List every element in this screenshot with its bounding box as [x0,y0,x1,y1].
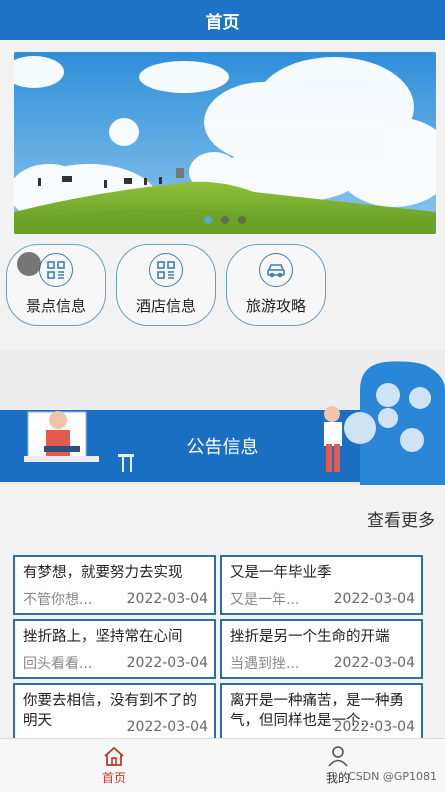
bottom-tab-bar: 首页 我的 [0,738,445,792]
carousel-dot[interactable] [221,216,229,224]
card-date: 2022-03-04 [333,655,415,671]
card-summary: 又是一年... [230,592,300,608]
quick-link-label: 旅游攻略 [245,297,306,315]
card-date: 2022-03-04 [333,591,415,607]
card-title: 挫折路上，坚持常在心间 [23,629,183,645]
notice-banner[interactable]: 公告信息 [0,350,445,485]
card-date: 2022-03-04 [126,655,208,671]
card-date: 2022-03-04 [333,719,415,735]
banner-image [14,52,436,234]
notice-title: 公告信息 [186,437,259,458]
touch-indicator [17,252,41,276]
quick-link-label: 景点信息 [25,297,86,315]
carousel-dot[interactable] [238,216,246,224]
car-icon [259,253,293,287]
notice-card[interactable]: 离开是一种痛苦，是一种勇气，但同样也是一个... 2022-03-04 [220,683,423,743]
notice-card[interactable]: 又是一年毕业季 又是一年... 2022-03-04 [220,555,423,615]
card-summary: 不管你想... [23,592,93,608]
watermark: CSDN @GP1081 [347,770,437,783]
page-title: 首页 [205,12,240,33]
notice-card[interactable]: 挫折路上，坚持常在心间 回头看看... 2022-03-04 [13,619,216,679]
quick-link-guides[interactable]: 旅游攻略 [226,244,326,326]
card-title: 挫折是另一个生命的开端 [230,629,390,645]
notice-illustration [24,361,445,485]
tab-label: 我的 [325,771,350,785]
home-icon [104,746,124,766]
quick-link-label: 酒店信息 [135,297,196,315]
top-navigation-bar: 首页 [0,0,445,40]
carousel-dot[interactable] [204,216,212,224]
tab-label: 首页 [101,771,126,785]
notice-card[interactable]: 你要去相信，没有到不了的明天 2022-03-04 [13,683,216,743]
view-more-link[interactable]: 查看更多 [367,506,435,531]
card-title: 又是一年毕业季 [230,565,332,581]
tab-home[interactable]: 首页 [84,745,144,786]
qr-grid-icon [39,253,73,287]
card-title: 有梦想，就要努力去实现 [23,565,183,581]
quick-link-hotels[interactable]: 酒店信息 [116,244,216,326]
card-date: 2022-03-04 [126,591,208,607]
card-date: 2022-03-04 [126,719,208,735]
card-summary: 当遇到挫... [230,656,300,672]
qr-grid-icon [149,253,183,287]
banner-carousel[interactable] [14,52,436,234]
quick-links: 景点信息 酒店信息 旅游攻略 [0,244,445,328]
user-icon [328,746,348,767]
card-summary: 回头看看... [23,656,93,672]
carousel-indicators [14,216,436,224]
notice-card[interactable]: 挫折是另一个生命的开端 当遇到挫... 2022-03-04 [220,619,423,679]
notice-card[interactable]: 有梦想，就要努力去实现 不管你想... 2022-03-04 [13,555,216,615]
